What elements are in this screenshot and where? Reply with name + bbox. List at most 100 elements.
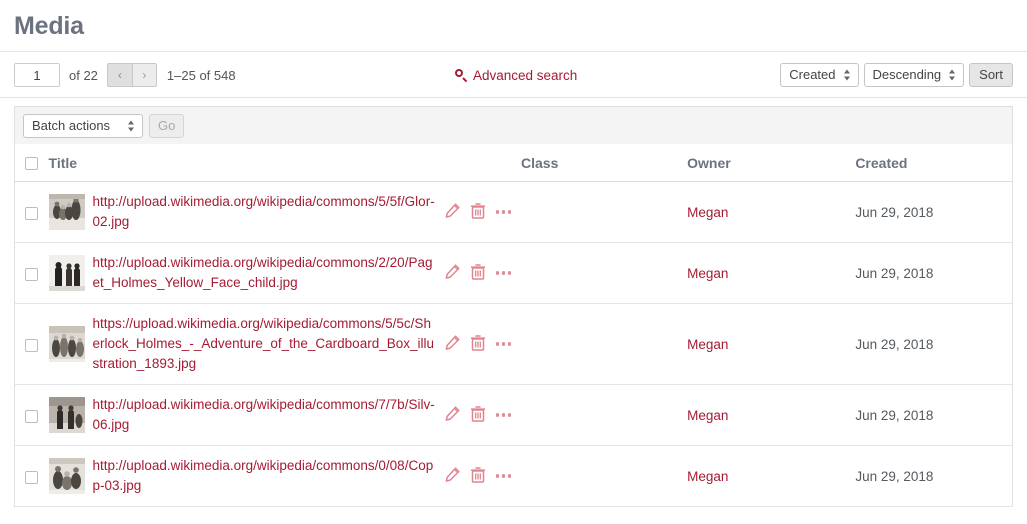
table-row: https://upload.wikimedia.org/wikipedia/c… (14, 303, 1013, 385)
page-header: Media (0, 0, 1027, 52)
edit-resource-button[interactable] (445, 335, 461, 353)
row-created-cell: Jun 29, 2018 (855, 384, 1013, 446)
row-checkbox[interactable] (25, 470, 38, 484)
row-owner-cell: Megan (687, 181, 856, 243)
more-actions-button[interactable] (495, 335, 513, 353)
owner-link[interactable]: Megan (687, 469, 728, 484)
previous-page-button[interactable]: ‹ (106, 63, 132, 87)
row-class-cell (521, 384, 688, 446)
pagination: of 22 ‹ › 1–25 of 548 (14, 52, 236, 98)
created-date: Jun 29, 2018 (855, 265, 934, 281)
pager-buttons: ‹ › (106, 63, 157, 87)
row-checkbox[interactable] (25, 267, 38, 281)
column-header-title[interactable]: Title (48, 144, 521, 182)
chevron-right-icon: › (142, 68, 147, 82)
edit-resource-button[interactable] (445, 264, 461, 282)
delete-resource-button[interactable] (470, 334, 486, 354)
media-thumbnail[interactable] (48, 326, 85, 362)
batch-actions-select[interactable]: Batch actions (23, 113, 143, 138)
row-class-cell (521, 303, 688, 385)
sort-by-select[interactable]: Created (780, 63, 859, 87)
row-actions (445, 405, 517, 424)
column-header-class[interactable]: Class (521, 144, 688, 182)
batch-go-button[interactable]: Go (149, 113, 185, 138)
delete-resource-button[interactable] (470, 405, 486, 424)
created-date: Jun 29, 2018 (855, 468, 934, 484)
row-created-cell: Jun 29, 2018 (855, 445, 1013, 507)
created-date: Jun 29, 2018 (855, 336, 934, 352)
chevron-updown-icon (128, 119, 135, 132)
pencil-icon (445, 203, 460, 221)
owner-link[interactable]: Megan (687, 337, 728, 352)
resource-title-link[interactable]: http://upload.wikimedia.org/wikipedia/co… (93, 456, 437, 496)
more-actions-button[interactable] (495, 203, 513, 221)
sorting-controls: Created Descending Sort (780, 52, 1013, 98)
row-created-cell: Jun 29, 2018 (855, 242, 1013, 304)
media-thumbnail[interactable] (48, 194, 85, 230)
owner-link[interactable]: Megan (687, 205, 728, 220)
delete-resource-button[interactable] (470, 466, 486, 485)
row-title-cell: https://upload.wikimedia.org/wikipedia/c… (48, 303, 521, 385)
trash-icon (470, 334, 485, 354)
delete-resource-button[interactable] (470, 202, 486, 221)
select-all-header (14, 144, 49, 182)
row-select-cell (14, 384, 49, 446)
row-class-cell (521, 181, 688, 243)
column-header-owner[interactable]: Owner (687, 144, 856, 182)
row-checkbox[interactable] (25, 338, 38, 352)
row-owner-cell: Megan (687, 303, 856, 385)
row-owner-cell: Megan (687, 242, 856, 304)
sort-direction-select[interactable]: Descending (863, 63, 965, 87)
batch-actions-bar: Batch actions Go (14, 106, 1013, 144)
select-all-checkbox[interactable] (25, 157, 38, 171)
row-created-cell: Jun 29, 2018 (855, 303, 1013, 385)
next-page-button[interactable]: › (131, 63, 157, 87)
media-thumbnail[interactable] (48, 255, 85, 291)
media-thumbnail[interactable] (48, 397, 85, 433)
pencil-icon (445, 406, 460, 424)
row-owner-cell: Megan (687, 384, 856, 446)
sort-button[interactable]: Sort (969, 63, 1013, 87)
row-title-cell: http://upload.wikimedia.org/wikipedia/co… (48, 384, 521, 446)
page-number-input[interactable] (14, 63, 60, 87)
row-checkbox[interactable] (25, 409, 38, 423)
pencil-icon (445, 264, 460, 282)
trash-icon (470, 263, 485, 283)
batch-actions-value: Batch actions (32, 117, 111, 133)
row-checkbox[interactable] (25, 206, 38, 220)
table-header-row: Title Class Owner Created (14, 144, 1013, 182)
pencil-icon (445, 467, 460, 485)
owner-link[interactable]: Megan (687, 408, 728, 423)
row-actions (445, 263, 517, 283)
row-select-cell (14, 445, 49, 507)
more-actions-button[interactable] (495, 467, 513, 485)
resource-title-link[interactable]: https://upload.wikimedia.org/wikipedia/c… (93, 314, 437, 374)
resource-title-link[interactable]: http://upload.wikimedia.org/wikipedia/co… (93, 395, 437, 435)
edit-resource-button[interactable] (445, 406, 461, 424)
resource-title-link[interactable]: http://upload.wikimedia.org/wikipedia/co… (93, 253, 437, 293)
owner-link[interactable]: Megan (687, 266, 728, 281)
browse-controls: of 22 ‹ › 1–25 of 548 Advanced search Cr… (0, 52, 1027, 98)
row-select-cell (14, 242, 49, 304)
column-header-created[interactable]: Created (855, 144, 1013, 182)
edit-resource-button[interactable] (445, 467, 461, 485)
resource-title-link[interactable]: http://upload.wikimedia.org/wikipedia/co… (93, 192, 437, 232)
created-date: Jun 29, 2018 (855, 407, 934, 423)
more-actions-button[interactable] (495, 406, 513, 424)
more-actions-button[interactable] (495, 264, 513, 282)
advanced-search-link[interactable]: Advanced search (455, 52, 577, 98)
media-thumbnail[interactable] (48, 458, 85, 494)
row-actions (445, 334, 517, 354)
row-actions (445, 202, 517, 221)
row-class-cell (521, 242, 688, 304)
pencil-icon (445, 335, 460, 353)
search-icon (455, 68, 468, 82)
table-row: http://upload.wikimedia.org/wikipedia/co… (14, 445, 1013, 507)
page-total-label: of 22 (69, 67, 98, 83)
resource-table: Title Class Owner Created http://upload.… (14, 144, 1013, 507)
edit-resource-button[interactable] (445, 203, 461, 221)
table-head: Title Class Owner Created (14, 144, 1013, 182)
delete-resource-button[interactable] (470, 263, 486, 283)
sort-direction-value: Descending (872, 67, 942, 82)
advanced-search-label: Advanced search (473, 67, 578, 83)
